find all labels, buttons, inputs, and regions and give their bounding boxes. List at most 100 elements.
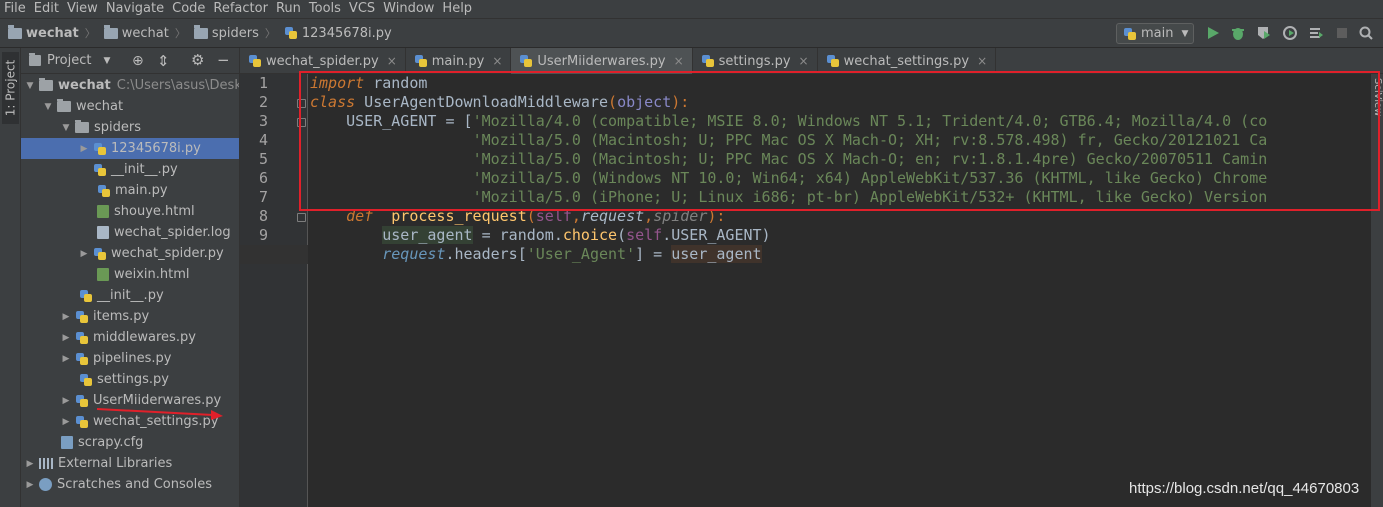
tree-item-file[interactable]: ▶ wechat_spider.py bbox=[79, 243, 224, 264]
locate-target-icon[interactable]: ⊕ bbox=[132, 53, 144, 69]
menu-help[interactable]: Help bbox=[442, 1, 472, 17]
folder-icon bbox=[103, 24, 118, 39]
close-icon[interactable]: × bbox=[387, 54, 397, 68]
left-tool-stripe: 1: Project bbox=[0, 48, 21, 507]
menu-bar: File Edit View Navigate Code Refactor Ru… bbox=[0, 0, 1383, 18]
tree-item-file[interactable]: __init__.py bbox=[79, 285, 164, 306]
close-icon[interactable]: × bbox=[674, 54, 684, 68]
folder-icon bbox=[39, 78, 53, 91]
tree-item-file[interactable]: shouye.html bbox=[97, 201, 195, 222]
menu-window[interactable]: Window bbox=[383, 1, 434, 17]
tab-wechat-settings[interactable]: wechat_settings.py × bbox=[818, 48, 997, 74]
html-file-icon bbox=[97, 205, 109, 218]
tab-wechat-spider[interactable]: wechat_spider.py × bbox=[240, 48, 406, 74]
python-file-icon bbox=[826, 54, 840, 68]
code-line-8: def process_request(self,request,spider)… bbox=[346, 207, 726, 225]
close-icon[interactable]: × bbox=[492, 54, 502, 68]
code-line-5: 'Mozilla/5.0 (Macintosh; U; PPC Mac OS X… bbox=[472, 150, 1268, 168]
code-editor[interactable]: import random class UserAgentDownloadMid… bbox=[308, 74, 1371, 507]
collapse-all-icon[interactable]: ⇕ bbox=[157, 52, 170, 70]
fold-marker-icon[interactable] bbox=[297, 99, 306, 108]
python-file-icon bbox=[75, 394, 89, 408]
chevron-right-icon: ▶ bbox=[80, 248, 88, 259]
menu-run[interactable]: Run bbox=[276, 1, 301, 17]
menu-tools[interactable]: Tools bbox=[309, 1, 341, 17]
chevron-down-icon: ▼ bbox=[26, 80, 34, 91]
close-icon[interactable]: × bbox=[977, 54, 987, 68]
line-number: 4 bbox=[258, 131, 268, 149]
debug-icon[interactable] bbox=[1230, 25, 1246, 41]
run-icon[interactable] bbox=[1205, 25, 1221, 41]
close-icon[interactable]: × bbox=[799, 54, 809, 68]
menu-code[interactable]: Code bbox=[172, 1, 205, 17]
chevron-right-icon: ▶ bbox=[80, 143, 88, 154]
tree-item-external-libraries[interactable]: ▶ External Libraries bbox=[25, 453, 173, 474]
menu-vcs[interactable]: VCS bbox=[349, 1, 375, 17]
tree-item-root[interactable]: ▼ wechat C:\Users\asus\Desktop bbox=[25, 75, 239, 96]
search-everywhere-icon[interactable] bbox=[1358, 25, 1374, 41]
fold-marker-icon[interactable] bbox=[297, 118, 306, 127]
folder-icon bbox=[75, 120, 89, 133]
tab-main[interactable]: main.py × bbox=[406, 48, 512, 74]
tree-item-file[interactable]: ▶ middlewares.py bbox=[61, 327, 196, 348]
python-file-icon bbox=[75, 415, 89, 429]
project-tool-window-tab[interactable]: 1: Project bbox=[2, 52, 19, 124]
tree-item-folder[interactable]: ▼ spiders bbox=[61, 117, 141, 138]
stop-icon[interactable] bbox=[1334, 25, 1350, 41]
menu-refactor[interactable]: Refactor bbox=[213, 1, 268, 17]
line-number: 5 bbox=[258, 150, 268, 168]
python-file-icon bbox=[519, 54, 533, 68]
tree-item-file[interactable]: __init__.py bbox=[93, 159, 178, 180]
tree-item-file[interactable]: weixin.html bbox=[97, 264, 190, 285]
tree-item-file[interactable]: main.py bbox=[97, 180, 168, 201]
fold-marker-icon[interactable] bbox=[297, 213, 306, 222]
chevron-right-icon: 〉 bbox=[174, 27, 186, 40]
tree-item-file-selected[interactable]: ▶ 12345678i.py bbox=[21, 138, 239, 159]
tree-item-file[interactable]: settings.py bbox=[79, 369, 169, 390]
chevron-right-icon: ▶ bbox=[62, 416, 70, 427]
chevron-down-icon[interactable]: ▼ bbox=[103, 56, 110, 66]
tree-item-file[interactable]: wechat_spider.log bbox=[97, 222, 231, 243]
tree-item-file[interactable]: ▶ pipelines.py bbox=[61, 348, 172, 369]
line-number: 3 bbox=[258, 112, 268, 130]
tree-item-file[interactable]: ▶ items.py bbox=[61, 306, 150, 327]
menu-file[interactable]: File bbox=[4, 1, 26, 17]
breadcrumb-spiders[interactable]: spiders 〉 bbox=[186, 24, 276, 41]
project-view-icon bbox=[29, 53, 41, 66]
breadcrumb-root[interactable]: wechat 〉 bbox=[0, 24, 96, 41]
chevron-right-icon: 〉 bbox=[84, 27, 96, 40]
tree-item-file[interactable]: scrapy.cfg bbox=[61, 432, 143, 453]
chevron-right-icon: 〉 bbox=[264, 27, 276, 40]
breadcrumb-wechat[interactable]: wechat 〉 bbox=[96, 24, 186, 41]
run-with-coverage-icon[interactable] bbox=[1256, 25, 1272, 41]
line-number: 2 bbox=[258, 93, 268, 111]
python-file-icon bbox=[93, 163, 107, 177]
breadcrumb-file[interactable]: 12345678i.py bbox=[276, 26, 392, 41]
sciview-tool-window-tab[interactable]: SciView bbox=[1372, 78, 1383, 116]
menu-navigate[interactable]: Navigate bbox=[106, 1, 164, 17]
menu-view[interactable]: View bbox=[67, 1, 98, 17]
python-file-icon bbox=[414, 54, 428, 68]
run-configuration-select[interactable]: main ▼ bbox=[1116, 23, 1194, 44]
tree-item-folder[interactable]: ▼ wechat bbox=[43, 96, 123, 117]
scratches-icon bbox=[39, 478, 52, 491]
line-number: 6 bbox=[258, 169, 268, 187]
python-icon bbox=[1123, 27, 1137, 41]
tab-usermiiderwares[interactable]: UserMiiderwares.py × bbox=[511, 48, 693, 74]
code-line-3: USER_AGENT = ['Mozilla/4.0 (compatible; … bbox=[346, 112, 1268, 130]
profile-icon[interactable] bbox=[1282, 25, 1298, 41]
project-view-selector[interactable]: Project bbox=[47, 53, 91, 68]
hide-panel-icon[interactable]: − bbox=[217, 51, 230, 69]
tree-item-scratches[interactable]: ▶ Scratches and Consoles bbox=[25, 474, 213, 495]
menu-edit[interactable]: Edit bbox=[34, 1, 59, 17]
gear-icon[interactable]: ⚙ bbox=[191, 51, 204, 69]
build-icon[interactable] bbox=[1308, 25, 1324, 41]
python-file-icon bbox=[75, 331, 89, 345]
chevron-right-icon: ▶ bbox=[26, 458, 34, 469]
tab-settings[interactable]: settings.py × bbox=[693, 48, 818, 74]
chevron-down-icon: ▼ bbox=[44, 101, 52, 112]
navigation-bar: wechat 〉 wechat 〉 spiders 〉 12345678i.py… bbox=[0, 18, 1383, 48]
annotation-arrow bbox=[96, 408, 223, 420]
code-line-1: import random bbox=[310, 74, 428, 92]
folder-icon bbox=[193, 24, 208, 39]
